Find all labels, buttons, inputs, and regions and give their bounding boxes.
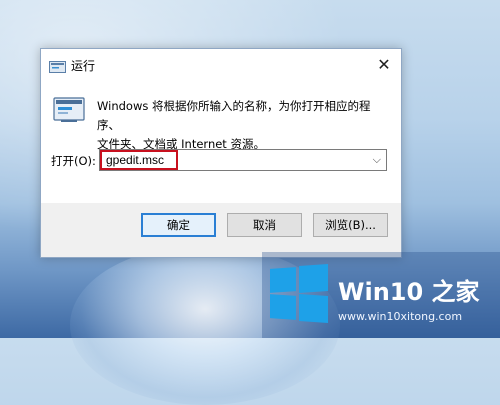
watermark-brand: Win10 之家 (338, 278, 480, 306)
description-line: Windows 将根据你所输入的名称，为你打开相应的程序、 (97, 99, 371, 132)
input-highlight-box (100, 150, 178, 170)
cancel-button[interactable]: 取消 (227, 213, 302, 237)
windows-logo-icon (270, 263, 328, 324)
chevron-down-icon[interactable]: ⌵ (373, 153, 381, 167)
ok-button[interactable]: 确定 (141, 213, 216, 237)
button-bar: 确定 取消 浏览(B)... (41, 203, 401, 257)
description-text: Windows 将根据你所输入的名称，为你打开相应的程序、 文件夹、文档或 In… (97, 97, 387, 154)
open-label: 打开(O): (51, 154, 96, 168)
window-title: 运行 (71, 59, 96, 73)
run-dialog: 运行 ✕ Windows 将根据你所输入的名称，为你打开相应的程序、 文件夹、文… (40, 48, 402, 258)
close-icon[interactable]: ✕ (367, 49, 401, 79)
watermark-url: www.win10xitong.com (338, 310, 463, 323)
dialog-body: Windows 将根据你所输入的名称，为你打开相应的程序、 文件夹、文档或 In… (41, 79, 401, 203)
title-bar[interactable]: 运行 ✕ (41, 49, 401, 79)
run-app-icon (49, 58, 66, 73)
run-program-icon (53, 97, 85, 123)
browse-button[interactable]: 浏览(B)... (313, 213, 388, 237)
site-watermark: Win10 之家 www.win10xitong.com (262, 252, 500, 338)
